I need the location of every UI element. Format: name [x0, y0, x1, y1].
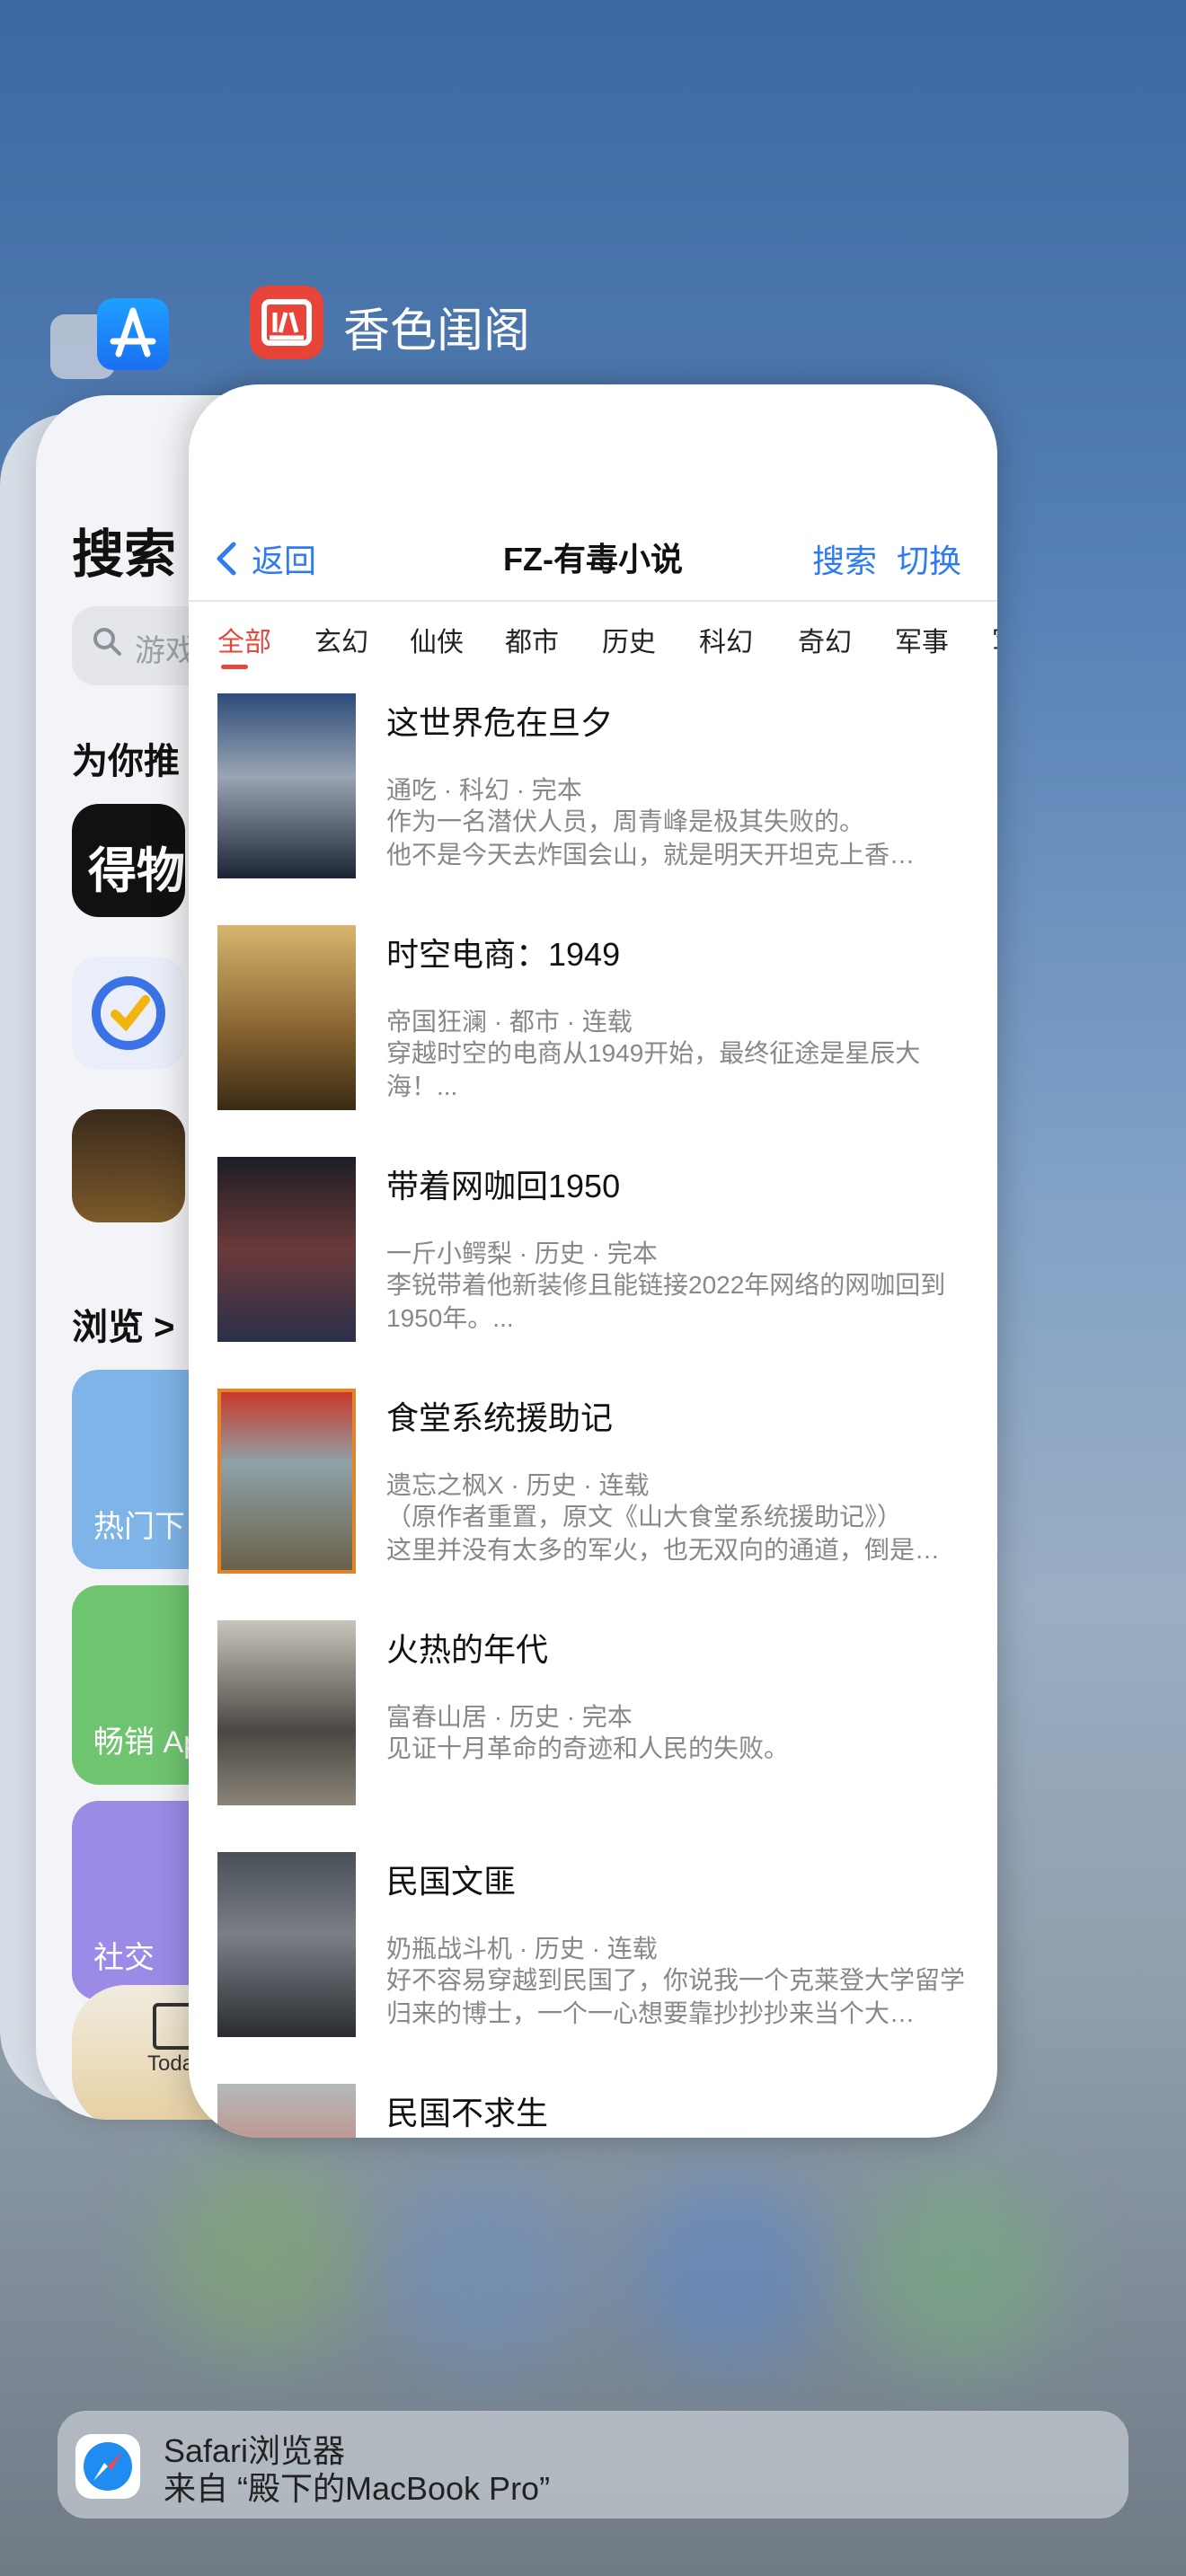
book-meta: 通吃 · 科幻 · 完本	[386, 776, 582, 804]
book-cover	[217, 1389, 356, 1574]
book-cover	[217, 2084, 356, 2138]
tab-xuanhuan[interactable]: 玄幻	[314, 620, 368, 659]
book-title: 时空电商：1949	[386, 936, 621, 973]
book-meta: 一斤小鳄梨 · 历史 · 完本	[386, 1239, 658, 1267]
app-icon-check[interactable]	[72, 957, 185, 1070]
tab-today[interactable]: Toda	[147, 2051, 194, 2077]
front-app-name: 香色闺阁	[343, 305, 531, 357]
tab-overflow[interactable]: 军	[992, 620, 997, 659]
wallpaper-blob	[162, 2156, 359, 2353]
book-desc: （原作者重置，原文《山大食堂系统援助记》） 这里并没有太多的军火，也无双向的通道…	[386, 1503, 941, 1564]
book-title: 民国文匪	[386, 1863, 517, 1900]
banner-subtitle: 来自 “殿下的MacBook Pro”	[164, 2470, 551, 2507]
book-desc: 李锐带着他新装修且能链接2022年网络的网咖回到1950年。...	[386, 1271, 946, 1332]
browse-heading[interactable]: 浏览 >	[72, 1298, 174, 1350]
app-icon-sanguo[interactable]	[72, 1109, 185, 1222]
safari-icon	[75, 2434, 140, 2499]
appstore-search-title: 搜索	[72, 525, 177, 584]
book-cover	[217, 925, 356, 1110]
book-title: 带着网咖回1950	[386, 1168, 621, 1204]
app-icon-dewu[interactable]: 得物	[72, 804, 185, 917]
book-item[interactable]: 火热的年代 富春山居 · 历史 · 完本 见证十月革命的奇迹和人民的失败。	[189, 1599, 997, 1831]
recommend-heading: 为你推	[72, 742, 180, 781]
book-title: 食堂系统援助记	[386, 1399, 614, 1436]
book-desc: 好不容易穿越到民国了，你说我一个克莱登大学留学归来的博士，一个一心想要靠抄抄抄来…	[386, 1966, 966, 2027]
book-item[interactable]: 民国文匪 奶瓶战斗机 · 历史 · 连载 好不容易穿越到民国了，你说我一个克莱登…	[189, 1831, 997, 2062]
appstore-icon	[97, 298, 169, 370]
tab-xianxia[interactable]: 仙侠	[410, 620, 464, 659]
book-cover	[217, 693, 356, 878]
book-desc: 作为一名潜伏人员，周青峰是极其失败的。 他不是今天去炸国会山，就是明天开坦克上香…	[386, 807, 916, 869]
tab-lishi[interactable]: 历史	[602, 620, 656, 659]
category-tabs: 全部 玄幻 仙侠 都市 历史 科幻 奇幻 军事 军	[189, 600, 997, 675]
book-item[interactable]: 食堂系统援助记 遗忘之枫X · 历史 · 连载 （原作者重置，原文《山大食堂系统…	[189, 1367, 997, 1599]
book-item[interactable]: 这世界危在旦夕 通吃 · 科幻 · 完本 作为一名潜伏人员，周青峰是极其失败的。…	[189, 672, 997, 904]
book-desc: 穿越时空的电商从1949开始，最终征途是星辰大海！...	[386, 1039, 921, 1100]
tab-dushi[interactable]: 都市	[505, 620, 559, 659]
book-meta: 遗忘之枫X · 历史 · 连载	[386, 1471, 650, 1499]
book-cover	[217, 1620, 356, 1805]
nav-bar: 返回 FZ-有毒小说 搜索 切换	[189, 510, 997, 602]
book-title: 民国不求生	[386, 2095, 549, 2131]
book-meta: 帝国狂澜 · 都市 · 连载	[386, 1008, 633, 1036]
book-meta: 奶瓶战斗机 · 历史 · 连载	[386, 1935, 658, 1963]
search-icon	[93, 628, 121, 656]
search-button[interactable]: 搜索	[812, 535, 877, 582]
book-cover	[217, 1852, 356, 2037]
switch-button[interactable]: 切换	[897, 535, 961, 582]
tab-kehuan[interactable]: 科幻	[699, 620, 753, 659]
app-card-xiangse[interactable]: 返回 FZ-有毒小说 搜索 切换 全部 玄幻 仙侠 都市 历史 科幻 奇幻 军事…	[189, 384, 997, 2138]
tab-qihuan[interactable]: 奇幻	[798, 620, 852, 659]
book-item[interactable]: 民国不求生	[189, 2062, 997, 2138]
handoff-banner[interactable]: Safari浏览器 来自 “殿下的MacBook Pro”	[58, 2411, 1128, 2519]
check-icon	[92, 976, 165, 1050]
tab-all[interactable]: 全部	[217, 620, 271, 659]
wallpaper-blob	[629, 2174, 827, 2371]
book-item[interactable]: 带着网咖回1950 一斤小鳄梨 · 历史 · 完本 李锐带着他新装修且能链接20…	[189, 1135, 997, 1367]
book-title: 火热的年代	[386, 1631, 549, 1668]
book-cover	[217, 1157, 356, 1342]
xiangse-app-icon	[250, 286, 323, 359]
book-title: 这世界危在旦夕	[386, 704, 614, 741]
wallpaper-blob	[386, 2174, 584, 2371]
search-placeholder: 游戏	[135, 634, 196, 668]
wallpaper-blob	[863, 2174, 1060, 2371]
tab-junshi[interactable]: 军事	[895, 620, 949, 659]
active-tab-indicator	[221, 665, 248, 669]
book-item[interactable]: 时空电商：1949 帝国狂澜 · 都市 · 连载 穿越时空的电商从1949开始，…	[189, 904, 997, 1135]
book-meta: 富春山居 · 历史 · 完本	[386, 1703, 633, 1731]
book-desc: 见证十月革命的奇迹和人民的失败。	[386, 1734, 790, 1762]
